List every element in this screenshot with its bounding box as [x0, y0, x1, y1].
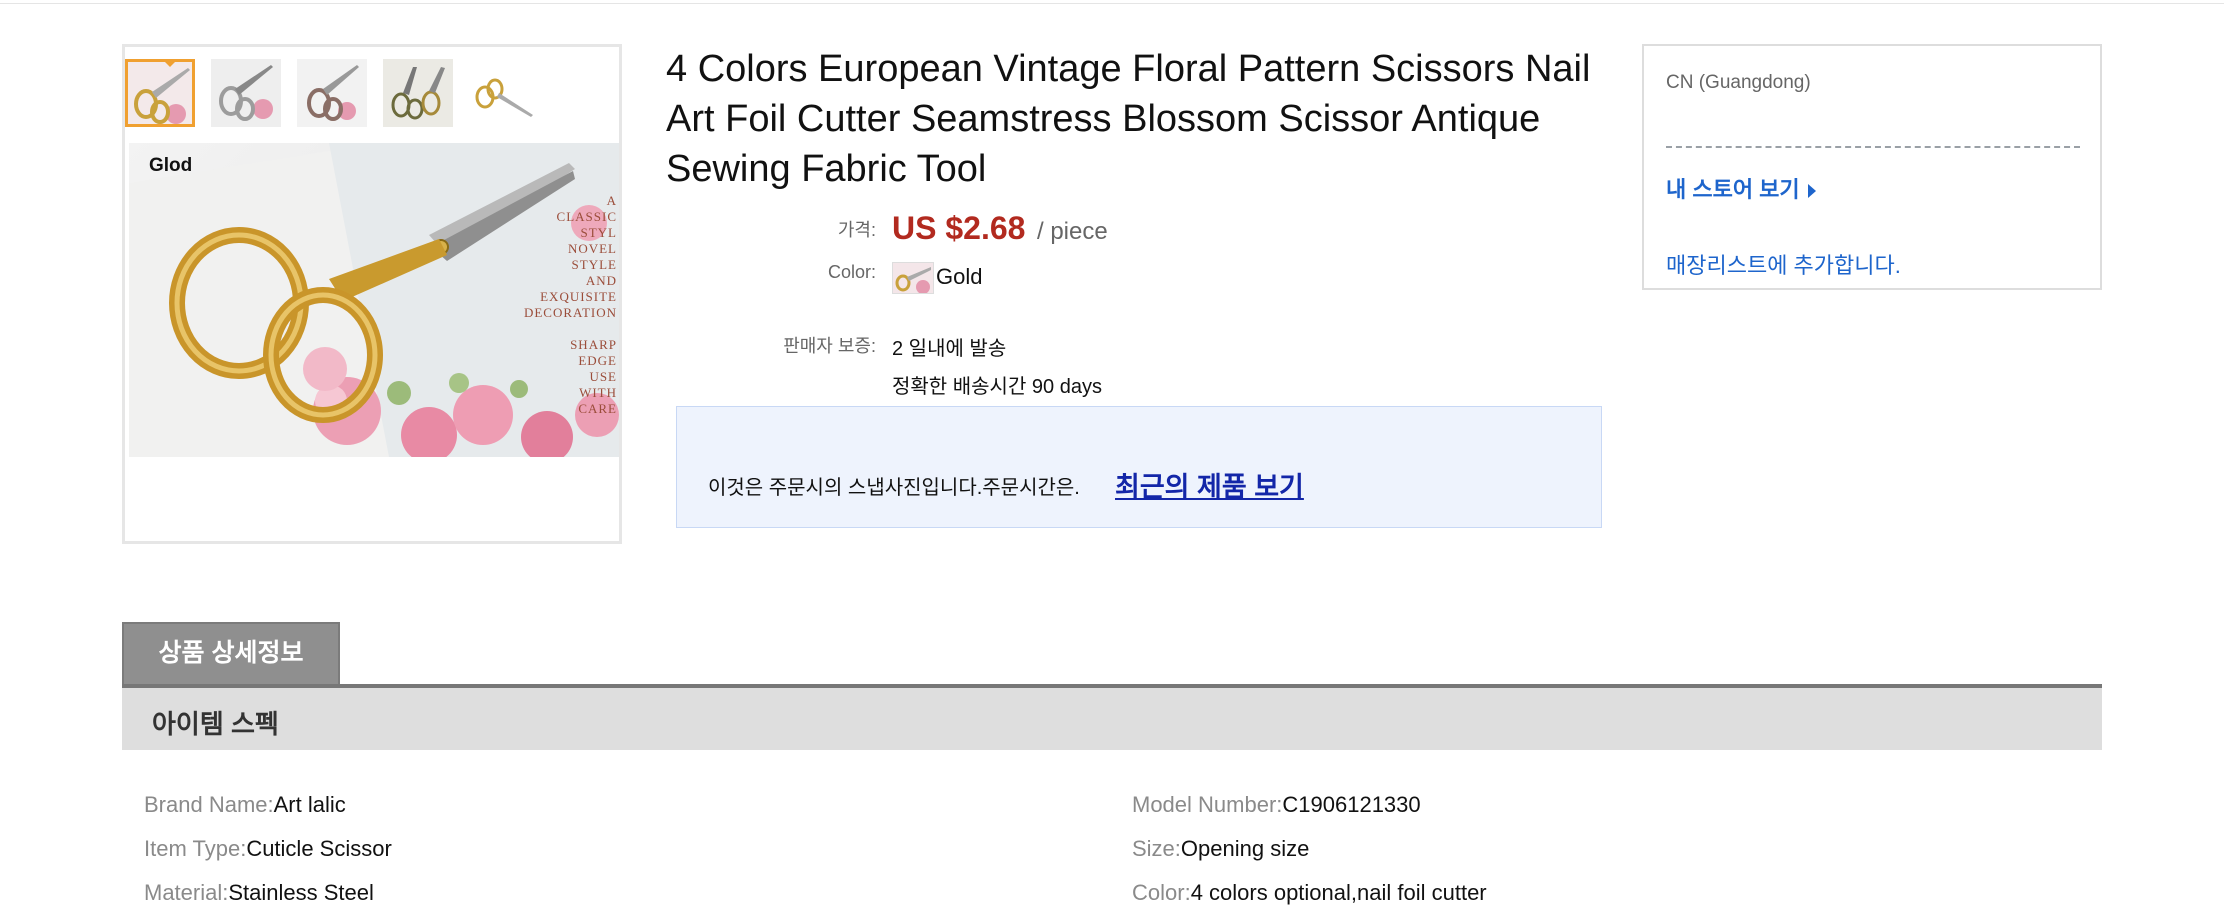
item-specs-header: 아이템 스펙	[122, 688, 2102, 750]
store-location: CN (Guangdong)	[1666, 72, 1811, 93]
scissors-thumbnail-icon	[383, 59, 453, 127]
spec-item-type: Item Type:Cuticle Scissor	[144, 836, 392, 862]
image-tag-line: USE	[589, 369, 617, 384]
item-specs-title: 아이템 스펙	[152, 709, 279, 739]
image-color-label: Glod	[149, 155, 193, 176]
snapshot-text: 이것은 주문시의 스냅사진입니다.주문시간은.	[708, 477, 1080, 499]
spec-key: Size:	[1132, 836, 1181, 861]
store-divider	[1666, 146, 2080, 148]
product-price: US $2.68	[892, 210, 1026, 246]
spec-value: Opening size	[1180, 836, 1310, 861]
price-label: 가격:	[837, 220, 876, 240]
spec-value: 4 colors optional,nail foil cutter	[1190, 880, 1487, 905]
color-label: Color:	[827, 262, 876, 282]
image-tag-line	[524, 321, 617, 337]
view-latest-product-link[interactable]: 최근의 제품 보기	[1115, 465, 1304, 504]
image-tag-line: SHARP	[570, 337, 617, 352]
image-tag-line: A	[606, 193, 617, 208]
thumbnail-silver[interactable]	[211, 59, 281, 127]
scissors-thumbnail-icon	[297, 59, 367, 127]
caret-right-icon	[1807, 184, 1816, 199]
scissors-thumbnail-icon	[128, 62, 192, 124]
view-store-label: 내 스토어 보기	[1666, 177, 1800, 202]
thumbnail-gold-side[interactable]	[469, 59, 539, 127]
image-tag-line: WITH	[579, 385, 617, 400]
spec-key: Item Type:	[144, 836, 247, 861]
spec-size: Size:Opening size	[1132, 836, 1309, 862]
main-product-image[interactable]: Glod A CLASSIC STYL NOVEL STYLE AND EXQUISITE D…	[129, 143, 619, 457]
spec-material: Material:Stainless Steel	[144, 880, 374, 906]
image-tag-line: NOVEL	[567, 241, 617, 256]
store-info-box: CN (Guangdong) 내 스토어 보기 매장리스트에 추가합니다.	[1642, 44, 2102, 290]
scissors-swatch-icon	[893, 263, 933, 293]
spec-brand-name: Brand Name:Art lalic	[144, 792, 346, 818]
image-tag-line: CLASSIC	[556, 209, 617, 224]
product-gallery: Glod A CLASSIC STYL NOVEL STYLE AND EXQUISITE D…	[122, 44, 622, 544]
product-title: 4 Colors European Vintage Floral Pattern…	[666, 48, 1591, 190]
spec-color: Color:4 colors optional,nail foil cutter	[1132, 880, 1487, 906]
add-to-store-list-link[interactable]: 매장리스트에 추가합니다.	[1666, 248, 1901, 280]
ship-within-text: 2 일내에 발송	[892, 338, 1007, 360]
price-unit: / piece	[1037, 218, 1108, 245]
top-divider	[0, 0, 2224, 4]
spec-key: Color:	[1132, 880, 1191, 905]
spec-value: C1906121330	[1282, 792, 1421, 817]
thumbnail-rose-gold[interactable]	[297, 59, 367, 127]
tab-product-details[interactable]: 상품 상세정보	[122, 622, 340, 684]
thumbnail-gold[interactable]	[125, 59, 195, 127]
image-tag-line: STYL	[580, 225, 617, 240]
image-tag-line: EDGE	[578, 353, 617, 368]
scissors-thumbnail-icon	[211, 59, 281, 127]
image-tag-text: A CLASSIC STYL NOVEL STYLE AND EXQUISITE DECORA…	[524, 193, 617, 417]
spec-value: Cuticle Scissor	[246, 836, 392, 861]
spec-model-number: Model Number:C1906121330	[1132, 792, 1421, 818]
spec-value: Stainless Steel	[228, 880, 374, 905]
image-tag-line: STYLE	[571, 257, 617, 272]
scissors-thumbnail-icon	[469, 59, 539, 127]
color-swatch-gold[interactable]	[892, 262, 934, 294]
image-tag-line: AND	[585, 273, 617, 288]
color-value: Gold	[936, 264, 983, 289]
delivery-time-text: 정확한 배송시간 90 days	[892, 376, 1102, 398]
spec-key: Model Number:	[1132, 792, 1283, 817]
thumbnail-bronze[interactable]	[383, 59, 453, 127]
image-tag-line: DECORATION	[523, 305, 617, 320]
view-store-link[interactable]: 내 스토어 보기	[1666, 172, 1816, 204]
spec-key: Material:	[144, 880, 229, 905]
snapshot-notice: 이것은 주문시의 스냅사진입니다.주문시간은. 최근의 제품 보기	[676, 406, 1602, 528]
spec-key: Brand Name:	[144, 792, 274, 817]
seller-warranty-label: 판매자 보증:	[783, 336, 876, 356]
spec-value: Art lalic	[273, 792, 346, 817]
image-tag-line: CARE	[578, 401, 617, 416]
image-tag-line: EXQUISITE	[540, 289, 617, 304]
thumbnail-strip	[125, 55, 619, 127]
